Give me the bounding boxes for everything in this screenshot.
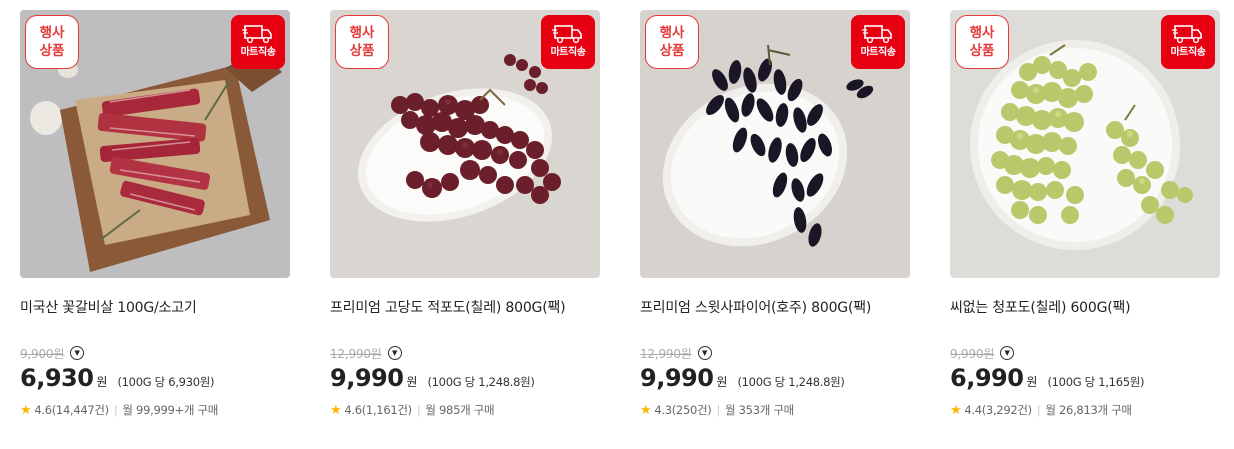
original-price: 12,990원 [640,346,692,361]
monthly-purchases: 월 353개 구매 [725,403,794,417]
price-info-chevron-icon[interactable]: ▼ [387,346,402,360]
product-card[interactable]: 행사 상품 마트직송 프리미엄 스윗사파이어(호주) 800G(팩) 12,990… [640,10,910,418]
product-grid: 행사 상품 마트직송 미국산 꽃갈비살 100G/소고기 9,900원 ▼ 6,9… [0,0,1234,449]
truck-icon [242,25,272,44]
unit-price: (100G 당 6,930원) [117,375,215,389]
currency: 원 [406,375,418,389]
product-card[interactable]: 행사 상품 마트직송 프리미엄 고당도 적포도(칠레) 800G(팩) 12,99… [330,10,600,418]
product-card[interactable]: 행사 상품 마트직송 미국산 꽃갈비살 100G/소고기 9,900원 ▼ 6,9… [20,10,290,418]
monthly-purchases: 월 26,813개 구매 [1045,403,1132,417]
price-info-chevron-icon[interactable]: ▼ [697,346,712,360]
star-icon: ★ [330,402,342,418]
product-name[interactable]: 프리미엄 스윗사파이어(호주) 800G(팩) [640,298,910,318]
truck-icon [862,25,892,44]
event-badge: 행사 상품 [335,15,389,69]
mart-delivery-badge: 마트직송 [1161,15,1215,69]
sale-price: 9,990 [640,364,714,392]
truck-icon [552,25,582,44]
star-icon: ★ [20,402,32,418]
mart-delivery-badge: 마트직송 [231,15,285,69]
event-badge: 행사 상품 [25,15,79,69]
currency: 원 [1026,375,1038,389]
rating: 4.3(250건) [654,403,712,417]
product-name[interactable]: 미국산 꽃갈비살 100G/소고기 [20,298,290,318]
event-badge: 행사 상품 [645,15,699,69]
price-info-chevron-icon[interactable]: ▼ [70,346,85,360]
mart-delivery-badge: 마트직송 [851,15,905,69]
product-image[interactable]: 행사 상품 마트직송 [330,10,600,278]
product-name[interactable]: 프리미엄 고당도 적포도(칠레) 800G(팩) [330,298,600,318]
event-badge: 행사 상품 [955,15,1009,69]
star-icon: ★ [640,402,652,418]
product-card[interactable]: 행사 상품 마트직송 씨없는 청포도(칠레) 600G(팩) 9,990원 ▼ 6… [950,10,1220,418]
original-price: 9,900원 [20,346,65,361]
sale-price: 9,990 [330,364,404,392]
divider: | [716,403,721,417]
divider: | [113,403,118,417]
product-image[interactable]: 행사 상품 마트직송 [640,10,910,278]
original-price: 9,990원 [950,346,995,361]
monthly-purchases: 월 99,999+개 구매 [122,403,219,417]
product-image[interactable]: 행사 상품 마트직송 [950,10,1220,278]
price-info-chevron-icon[interactable]: ▼ [1000,346,1015,360]
rating: 4.6(1,161건) [344,403,412,417]
truck-icon [1172,25,1202,44]
product-image[interactable]: 행사 상품 마트직송 [20,10,290,278]
divider: | [1036,403,1041,417]
currency: 원 [96,375,108,389]
rating: 4.6(14,447건) [34,403,109,417]
product-name[interactable]: 씨없는 청포도(칠레) 600G(팩) [950,298,1220,318]
sale-price: 6,990 [950,364,1024,392]
mart-delivery-badge: 마트직송 [541,15,595,69]
currency: 원 [716,375,728,389]
rating: 4.4(3,292건) [964,403,1032,417]
original-price: 12,990원 [330,346,382,361]
unit-price: (100G 당 1,248.8원) [427,375,535,389]
unit-price: (100G 당 1,248.8원) [737,375,845,389]
monthly-purchases: 월 985개 구매 [425,403,495,417]
star-icon: ★ [950,402,962,418]
unit-price: (100G 당 1,165원) [1047,375,1145,389]
divider: | [416,403,421,417]
sale-price: 6,930 [20,364,94,392]
